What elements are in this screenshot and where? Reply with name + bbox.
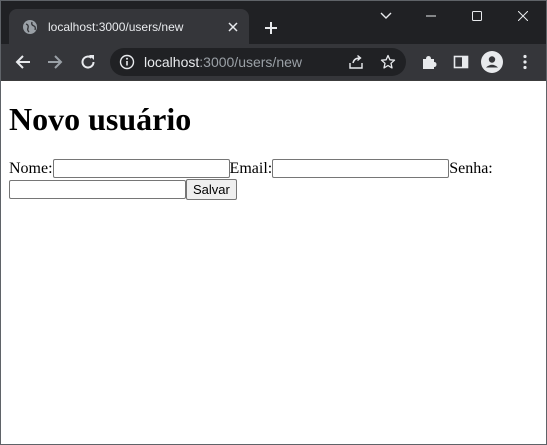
- minimize-icon[interactable]: [408, 1, 454, 31]
- url-host: localhost: [144, 54, 200, 70]
- email-label: Email:: [229, 160, 273, 177]
- forward-arrow-icon[interactable]: [41, 48, 69, 76]
- tab-strip: localhost:3000/users/new: [1, 1, 546, 44]
- browser-window: localhost:3000/users/new localhost:3000/…: [0, 0, 547, 445]
- profile-avatar-icon[interactable]: [478, 48, 506, 76]
- page-title: Novo usuário: [9, 101, 192, 137]
- share-icon[interactable]: [346, 52, 366, 72]
- maximize-icon[interactable]: [454, 1, 500, 31]
- browser-tab[interactable]: localhost:3000/users/new: [9, 9, 249, 44]
- name-label: Nome:: [9, 160, 53, 177]
- side-panel-icon[interactable]: [447, 48, 475, 76]
- url-path: :3000/users/new: [199, 54, 302, 70]
- bookmark-star-icon[interactable]: [378, 52, 398, 72]
- close-window-icon[interactable]: [500, 1, 546, 31]
- email-input[interactable]: [272, 159, 450, 178]
- password-input[interactable]: [9, 180, 186, 199]
- tab-search-icon[interactable]: [374, 5, 398, 27]
- close-tab-icon[interactable]: [223, 17, 243, 37]
- password-label: Senha:: [449, 160, 493, 177]
- back-arrow-icon[interactable]: [9, 48, 37, 76]
- page-content: Novo usuário Nome: Email: Senha: Salvar: [1, 81, 546, 208]
- new-tab-button[interactable]: [259, 16, 283, 40]
- reload-icon[interactable]: [74, 48, 102, 76]
- name-input[interactable]: [52, 159, 230, 178]
- address-bar[interactable]: localhost:3000/users/new: [110, 48, 406, 76]
- new-user-form: Nome: Email: Senha: Salvar: [9, 159, 538, 200]
- menu-kebab-icon[interactable]: [511, 48, 539, 76]
- extensions-puzzle-icon[interactable]: [415, 48, 443, 76]
- tab-title: localhost:3000/users/new: [48, 19, 184, 34]
- globe-icon: [22, 19, 38, 35]
- browser-toolbar: localhost:3000/users/new: [1, 44, 546, 81]
- url-text: localhost:3000/users/new: [144, 54, 302, 70]
- site-info-icon[interactable]: [119, 54, 135, 70]
- save-button[interactable]: Salvar: [186, 179, 237, 200]
- window-controls: [408, 1, 546, 33]
